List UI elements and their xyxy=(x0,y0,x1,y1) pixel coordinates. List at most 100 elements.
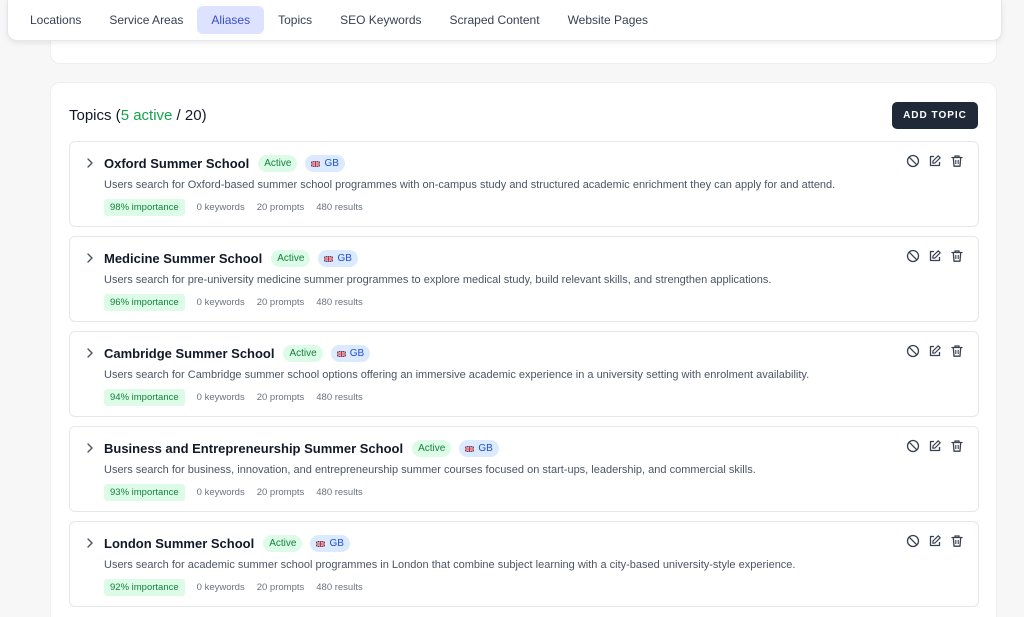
topic-row[interactable]: Cambridge Summer School Active GB Users … xyxy=(69,331,979,417)
region-badge: GB xyxy=(305,155,345,172)
prompts-count: 20 prompts xyxy=(256,392,305,403)
status-badge: Active xyxy=(271,250,311,267)
topic-name: Oxford Summer School xyxy=(104,156,250,171)
trash-icon[interactable] xyxy=(950,439,964,453)
trash-icon[interactable] xyxy=(950,154,964,168)
results-count: 480 results xyxy=(316,487,363,498)
ban-icon[interactable] xyxy=(906,249,920,263)
uk-flag-icon xyxy=(311,160,321,167)
importance-badge: 98% importance xyxy=(104,199,185,216)
topic-description: Users search for academic summer school … xyxy=(104,559,796,571)
topic-row[interactable]: Medicine Summer School Active GB Users s… xyxy=(69,236,979,322)
edit-icon[interactable] xyxy=(928,154,942,168)
region-label: GB xyxy=(337,253,352,264)
region-badge: GB xyxy=(310,535,350,552)
trash-icon[interactable] xyxy=(950,534,964,548)
status-badge: Active xyxy=(283,345,323,362)
tab-aliases[interactable]: Aliases xyxy=(197,6,265,34)
tab-seo-keywords[interactable]: SEO Keywords xyxy=(326,6,435,34)
topics-card: Topics (5 active / 20) ADD TOPIC Oxford … xyxy=(50,82,997,617)
section-title: Topics (5 active / 20) xyxy=(69,107,207,124)
region-label: GB xyxy=(478,443,493,454)
region-label: GB xyxy=(324,158,339,169)
topic-meta: 98% importance 0 keywords 20 prompts 480… xyxy=(104,199,375,216)
region-badge: GB xyxy=(459,440,499,457)
chevron-right-icon[interactable] xyxy=(84,157,96,169)
importance-badge: 96% importance xyxy=(104,294,185,311)
uk-flag-icon xyxy=(336,350,346,357)
topic-row[interactable]: Business and Entrepreneurship Summer Sch… xyxy=(69,426,979,512)
topic-actions xyxy=(898,534,964,548)
results-count: 480 results xyxy=(316,202,363,213)
topic-actions xyxy=(898,344,964,358)
region-badge: GB xyxy=(330,345,371,362)
keywords-count: 0 keywords xyxy=(196,392,245,403)
topic-description: Users search for Cambridge summer school… xyxy=(104,369,810,381)
topic-list: Oxford Summer School Active GB Users sea… xyxy=(69,141,979,616)
topic-meta: 92% importance 0 keywords 20 prompts 480… xyxy=(104,579,375,596)
ban-icon[interactable] xyxy=(906,344,920,358)
topic-header: Cambridge Summer School Active GB xyxy=(104,345,371,362)
edit-icon[interactable] xyxy=(928,344,942,358)
uk-flag-icon xyxy=(324,255,334,262)
topic-name: Business and Entrepreneurship Summer Sch… xyxy=(104,441,404,456)
topic-actions xyxy=(898,154,964,168)
results-count: 480 results xyxy=(316,392,363,403)
topic-actions xyxy=(898,249,964,263)
status-badge: Active xyxy=(258,155,298,172)
prompts-count: 20 prompts xyxy=(256,297,305,308)
chevron-right-icon[interactable] xyxy=(84,347,96,359)
prompts-count: 20 prompts xyxy=(256,582,305,593)
topic-description: Users search for business, innovation, a… xyxy=(104,464,756,476)
results-count: 480 results xyxy=(316,297,363,308)
tab-service-areas[interactable]: Service Areas xyxy=(95,6,197,34)
region-badge: GB xyxy=(318,250,358,267)
title-prefix: Topics ( xyxy=(69,107,121,124)
edit-icon[interactable] xyxy=(928,249,942,263)
trash-icon[interactable] xyxy=(950,249,964,263)
uk-flag-icon xyxy=(316,540,326,547)
prompts-count: 20 prompts xyxy=(256,202,305,213)
region-label: GB xyxy=(349,348,365,359)
ban-icon[interactable] xyxy=(906,154,920,168)
status-badge: Active xyxy=(412,440,452,457)
tab-scraped-content[interactable]: Scraped Content xyxy=(436,6,554,34)
top-navigation: Locations Service Areas Aliases Topics S… xyxy=(7,0,1002,41)
keywords-count: 0 keywords xyxy=(196,582,245,593)
edit-icon[interactable] xyxy=(928,534,942,548)
topic-row[interactable]: Oxford Summer School Active GB Users sea… xyxy=(69,141,979,227)
tab-locations[interactable]: Locations xyxy=(16,6,95,34)
topic-name: Medicine Summer School xyxy=(104,251,263,266)
tab-topics[interactable]: Topics xyxy=(264,6,326,34)
topic-name: London Summer School xyxy=(104,536,255,551)
topic-name: Cambridge Summer School xyxy=(104,346,275,361)
topic-header: Oxford Summer School Active GB xyxy=(104,155,345,172)
ban-icon[interactable] xyxy=(906,439,920,453)
chevron-right-icon[interactable] xyxy=(84,252,96,264)
keywords-count: 0 keywords xyxy=(196,202,245,213)
importance-badge: 93% importance xyxy=(104,484,185,501)
chevron-right-icon[interactable] xyxy=(84,537,96,549)
importance-badge: 92% importance xyxy=(104,579,185,596)
tab-website-pages[interactable]: Website Pages xyxy=(554,6,663,34)
topic-meta: 94% importance 0 keywords 20 prompts 480… xyxy=(104,389,375,406)
keywords-count: 0 keywords xyxy=(196,487,245,498)
edit-icon[interactable] xyxy=(928,439,942,453)
chevron-right-icon[interactable] xyxy=(84,442,96,454)
topic-meta: 93% importance 0 keywords 20 prompts 480… xyxy=(104,484,375,501)
prompts-count: 20 prompts xyxy=(256,487,305,498)
topic-header: Business and Entrepreneurship Summer Sch… xyxy=(104,440,499,457)
topic-meta: 96% importance 0 keywords 20 prompts 480… xyxy=(104,294,375,311)
ban-icon[interactable] xyxy=(906,534,920,548)
add-topic-button[interactable]: ADD TOPIC xyxy=(892,102,978,129)
trash-icon[interactable] xyxy=(950,344,964,358)
status-badge: Active xyxy=(263,535,303,552)
topic-description: Users search for Oxford-based summer sch… xyxy=(104,179,836,191)
active-count: 5 active xyxy=(120,107,173,124)
topic-row[interactable]: London Summer School Active GB Users sea… xyxy=(69,521,979,607)
uk-flag-icon xyxy=(465,445,475,452)
topic-header: Medicine Summer School Active GB xyxy=(104,250,358,267)
results-count: 480 results xyxy=(316,582,363,593)
topic-actions xyxy=(898,439,964,453)
region-label: GB xyxy=(329,538,344,549)
